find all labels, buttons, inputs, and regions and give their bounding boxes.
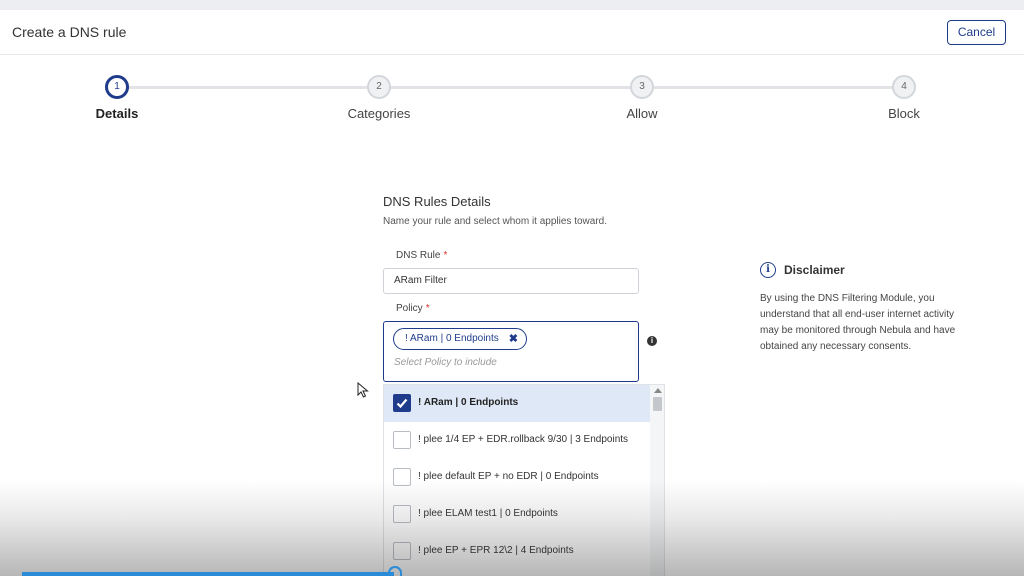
video-progress-knob[interactable] (388, 566, 402, 576)
policy-option-label: ! plee EP + EPR 12\2 | 4 Endpoints (418, 545, 574, 556)
policy-option[interactable]: ! ARam | 0 Endpoints (384, 385, 650, 422)
step-1-indicator[interactable]: 1 (105, 75, 129, 99)
step-2-label[interactable]: Categories (319, 106, 439, 121)
mouse-cursor-icon (357, 382, 369, 398)
cancel-button[interactable]: Cancel (947, 20, 1006, 45)
policy-dropdown-list: ! ARam | 0 Endpoints ! plee 1/4 EP + EDR… (383, 384, 665, 576)
checkbox[interactable] (393, 431, 411, 449)
policy-search-input[interactable]: Select Policy to include (394, 357, 497, 368)
page-title: Create a DNS rule (12, 24, 127, 40)
policy-label: Policy * (396, 303, 430, 314)
step-1-label[interactable]: Details (57, 106, 177, 121)
policy-label-text: Policy (396, 303, 423, 314)
video-progress-bar[interactable] (22, 572, 394, 576)
dns-rule-input[interactable]: ARam Filter (383, 268, 639, 294)
info-icon[interactable]: i (647, 336, 657, 346)
required-asterisk: * (425, 303, 430, 314)
dns-rule-label-text: DNS Rule (396, 250, 441, 261)
disclaimer-title: Disclaimer (784, 263, 845, 277)
policy-option-label: ! ARam | 0 Endpoints (418, 397, 519, 408)
top-strip (0, 0, 1024, 10)
selected-policy-chip: ! ARam | 0 Endpoints ✖ (393, 328, 527, 350)
policy-option-label: ! plee default EP + no EDR | 0 Endpoints (418, 471, 599, 482)
step-4-label[interactable]: Block (844, 106, 964, 121)
policy-option[interactable]: ! plee EP + EPR 12\2 | 4 Endpoints (384, 533, 650, 570)
checkbox[interactable] (393, 468, 411, 486)
checkbox-checked[interactable] (393, 394, 411, 412)
checkbox[interactable] (393, 505, 411, 523)
scroll-thumb[interactable] (653, 397, 662, 411)
stepper-track (117, 86, 905, 89)
dns-rule-label: DNS Rule * (396, 250, 447, 261)
step-2-indicator[interactable]: 2 (367, 75, 391, 99)
chip-label: ! ARam | 0 Endpoints (405, 333, 499, 344)
form-section-subtitle: Name your rule and select whom it applie… (383, 216, 607, 227)
policy-option[interactable]: ! plee ELAM test1 | 0 Endpoints (384, 496, 650, 533)
checkbox[interactable] (393, 542, 411, 560)
page-header: Create a DNS rule Cancel (0, 10, 1024, 55)
disclaimer-text: By using the DNS Filtering Module, you u… (760, 293, 956, 352)
checkmark-icon (396, 398, 408, 409)
step-4-indicator[interactable]: 4 (892, 75, 916, 99)
policy-option[interactable]: ! plee default EP + no EDR | 0 Endpoints (384, 459, 650, 496)
step-3-label[interactable]: Allow (582, 106, 702, 121)
dropdown-scrollbar[interactable] (650, 385, 664, 576)
policy-multiselect[interactable]: ! ARam | 0 Endpoints ✖ Select Policy to … (383, 321, 639, 382)
scroll-up-arrow-icon[interactable] (654, 388, 662, 393)
policy-option-label: ! plee ELAM test1 | 0 Endpoints (418, 508, 558, 519)
close-icon[interactable]: ✖ (509, 329, 518, 349)
policy-option-label: ! plee 1/4 EP + EDR.rollback 9/30 | 3 En… (418, 434, 629, 445)
policy-option[interactable]: ! plee 1/4 EP + EDR.rollback 9/30 | 3 En… (384, 422, 650, 459)
required-asterisk: * (443, 250, 448, 261)
info-circle-icon: i (760, 262, 776, 278)
form-section-title: DNS Rules Details (383, 194, 491, 209)
step-3-indicator[interactable]: 3 (630, 75, 654, 99)
